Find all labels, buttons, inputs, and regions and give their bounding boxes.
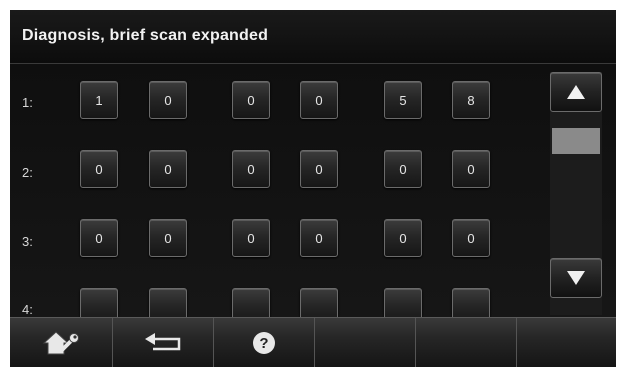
value-cell[interactable] [452, 288, 490, 317]
value-cell[interactable]: 0 [80, 219, 118, 257]
svg-text:?: ? [259, 335, 268, 352]
value-cell[interactable]: 1 [80, 81, 118, 119]
value-cell[interactable]: 0 [232, 81, 270, 119]
empty-toolbar-slot[interactable] [517, 318, 616, 367]
value-cell[interactable] [149, 288, 187, 317]
value-cell[interactable]: 0 [149, 81, 187, 119]
value-cell[interactable] [384, 288, 422, 317]
value-cell[interactable] [232, 288, 270, 317]
triangle-up-icon [567, 85, 585, 99]
title-bar: Diagnosis, brief scan expanded [10, 10, 616, 64]
value-cell[interactable]: 0 [149, 219, 187, 257]
house-wrench-icon [42, 331, 79, 355]
row-label-1: 1: [22, 95, 33, 110]
value-cell[interactable]: 0 [149, 150, 187, 188]
row-label-2: 2: [22, 165, 33, 180]
page-title: Diagnosis, brief scan expanded [22, 27, 269, 44]
empty-toolbar-slot[interactable] [315, 318, 416, 367]
screen: Diagnosis, brief scan expanded 1: 1 0 0 … [10, 10, 616, 367]
value-cell[interactable]: 0 [300, 219, 338, 257]
back-arrow-icon [145, 333, 181, 351]
value-cell[interactable]: 0 [300, 150, 338, 188]
settings-home-button[interactable] [10, 318, 113, 367]
scroll-down-button[interactable] [550, 258, 602, 298]
row-label-4: 4: [22, 302, 33, 317]
value-cell[interactable] [300, 288, 338, 317]
scrollbar-thumb[interactable] [552, 128, 600, 154]
value-cell[interactable]: 0 [232, 150, 270, 188]
value-cell[interactable]: 8 [452, 81, 490, 119]
empty-toolbar-slot[interactable] [416, 318, 517, 367]
value-cell[interactable]: 5 [384, 81, 422, 119]
value-cell[interactable]: 0 [452, 219, 490, 257]
value-cell[interactable]: 0 [300, 81, 338, 119]
value-cell[interactable]: 0 [80, 150, 118, 188]
triangle-down-icon [567, 271, 585, 285]
value-cell[interactable]: 0 [384, 150, 422, 188]
value-cell[interactable]: 0 [384, 219, 422, 257]
value-cell[interactable]: 0 [232, 219, 270, 257]
row-label-3: 3: [22, 234, 33, 249]
help-button[interactable]: ? [214, 318, 315, 367]
scroll-up-button[interactable] [550, 72, 602, 112]
value-cell[interactable] [80, 288, 118, 317]
question-icon: ? [253, 332, 275, 354]
back-button[interactable] [113, 318, 214, 367]
scan-grid: 1: 1 0 0 0 5 8 2: 0 0 0 0 0 0 3: 0 0 0 0… [10, 64, 616, 317]
bottom-toolbar: ? [10, 317, 616, 367]
value-cell[interactable]: 0 [452, 150, 490, 188]
